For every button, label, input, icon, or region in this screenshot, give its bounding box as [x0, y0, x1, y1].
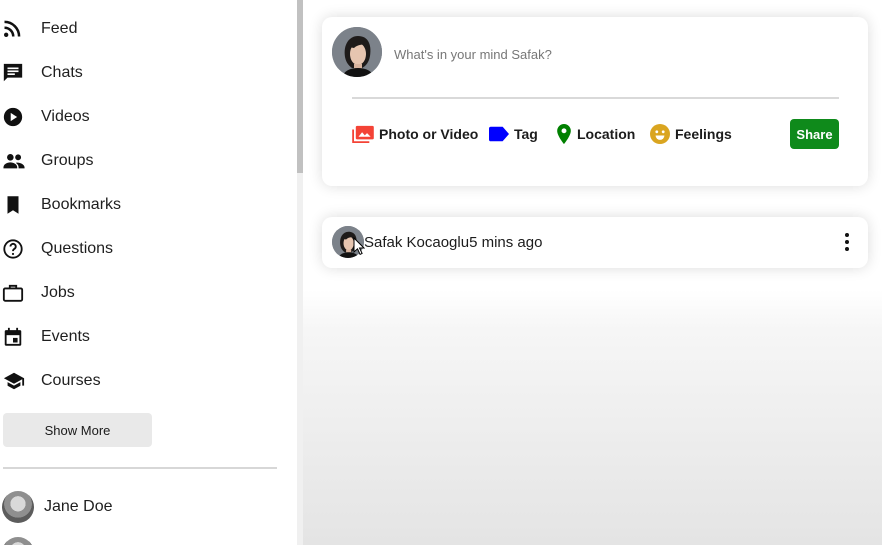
- share-button[interactable]: Share: [790, 119, 839, 149]
- sidebar-item-videos[interactable]: Videos: [0, 102, 90, 132]
- chat-icon: [0, 61, 28, 85]
- sidebar-item-label: Events: [41, 328, 90, 345]
- friend-list-item[interactable]: Jane Doe: [2, 490, 113, 524]
- sidebar-item-label: Courses: [41, 372, 101, 389]
- event-icon: [0, 325, 28, 349]
- school-icon: [0, 369, 28, 393]
- friend-name: Jane Doe: [44, 498, 113, 515]
- friend-list-item[interactable]: [2, 536, 34, 545]
- post-username[interactable]: Safak Kocaoglu5 mins ago: [364, 234, 542, 251]
- sidebar-item-events[interactable]: Events: [0, 322, 90, 352]
- sidebar-item-feed[interactable]: Feed: [0, 14, 77, 44]
- share-divider: [352, 97, 839, 99]
- sidebar-item-bookmarks[interactable]: Bookmarks: [0, 190, 121, 220]
- avatar[interactable]: [332, 27, 382, 77]
- share-card: Photo or Video Tag Location Feelings Sha…: [322, 17, 868, 186]
- sidebar-item-questions[interactable]: Questions: [0, 234, 113, 264]
- rss-feed-icon: [0, 17, 28, 41]
- sidebar-divider: [3, 467, 277, 469]
- share-option-feelings[interactable]: Feelings: [650, 123, 732, 145]
- sidebar-item-label: Videos: [41, 108, 90, 125]
- group-icon: [0, 149, 28, 173]
- share-option-label: Photo or Video: [379, 126, 479, 142]
- feed: Photo or Video Tag Location Feelings Sha…: [303, 0, 882, 545]
- bookmark-icon: [0, 193, 28, 217]
- help-circle-icon: [0, 237, 28, 261]
- share-option-label: Feelings: [675, 126, 732, 142]
- share-option-tag[interactable]: Tag: [489, 123, 538, 145]
- share-input[interactable]: [394, 44, 754, 64]
- perm-media-icon: [352, 125, 374, 143]
- emoji-emotions-icon: [650, 124, 670, 144]
- sidebar-item-label: Groups: [41, 152, 94, 169]
- avatar: [2, 491, 34, 523]
- sidebar-item-jobs[interactable]: Jobs: [0, 278, 75, 308]
- sidebar: Feed Chats Videos Groups Bookmarks Quest…: [0, 0, 298, 545]
- post: Safak Kocaoglu5 mins ago: [322, 217, 868, 268]
- work-outline-icon: [0, 281, 28, 305]
- sidebar-item-label: Bookmarks: [41, 196, 122, 213]
- share-option-label: Location: [577, 126, 636, 142]
- show-more-button[interactable]: Show More: [3, 413, 152, 447]
- post-date: 5 mins ago: [469, 234, 543, 251]
- sidebar-item-chats[interactable]: Chats: [0, 58, 83, 88]
- play-circle-icon: [0, 105, 28, 129]
- share-option-location[interactable]: Location: [556, 123, 635, 145]
- share-option-photo-video[interactable]: Photo or Video: [352, 123, 478, 145]
- sidebar-item-courses[interactable]: Courses: [0, 366, 101, 396]
- sidebar-item-groups[interactable]: Groups: [0, 146, 93, 176]
- room-icon: [556, 124, 572, 144]
- sidebar-item-label: Jobs: [41, 284, 75, 301]
- share-option-label: Tag: [514, 126, 538, 142]
- label-icon: [489, 126, 509, 142]
- avatar: [2, 537, 34, 545]
- sidebar-item-label: Chats: [41, 64, 83, 81]
- sidebar-item-label: Questions: [41, 240, 114, 257]
- post-username-text: Safak Kocaoglu: [364, 234, 470, 251]
- more-vert-icon[interactable]: [841, 231, 853, 253]
- sidebar-item-label: Feed: [41, 20, 78, 37]
- mouse-cursor-icon: [353, 237, 365, 255]
